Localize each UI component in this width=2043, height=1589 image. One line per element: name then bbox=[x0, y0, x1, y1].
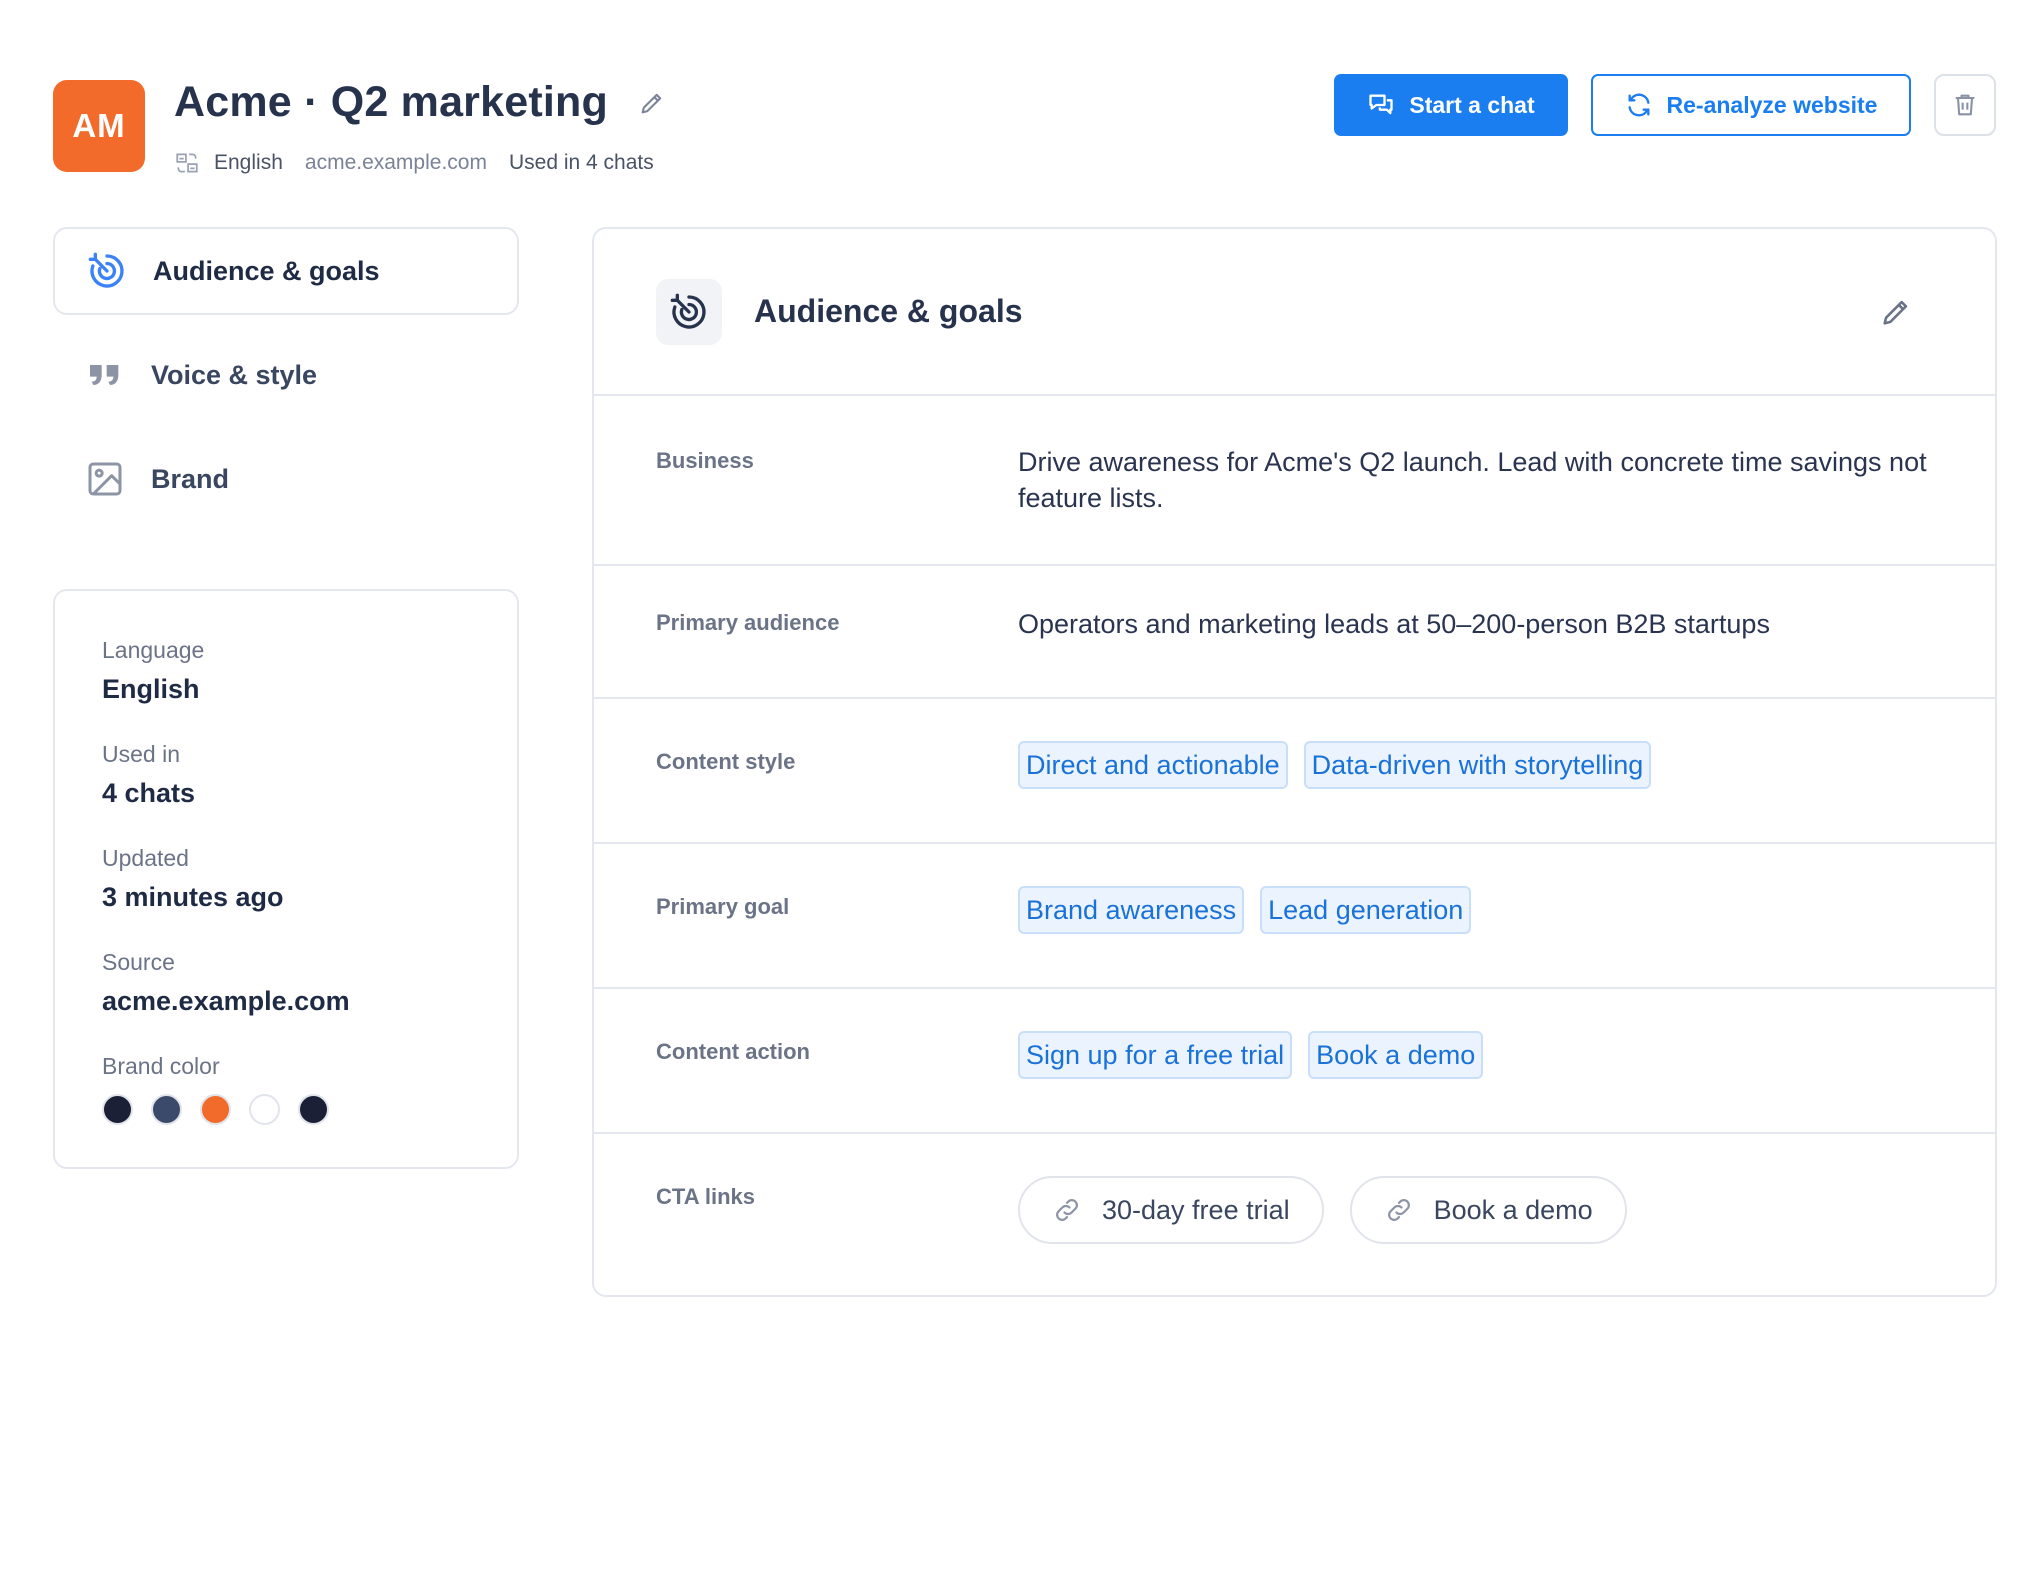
edit-title-icon[interactable] bbox=[638, 88, 668, 118]
tag: Lead generation bbox=[1260, 886, 1472, 934]
primary-audience-label: Primary audience bbox=[656, 610, 840, 635]
updated-value: 3 minutes ago bbox=[102, 882, 284, 912]
content-style-label: Content style bbox=[656, 749, 796, 774]
details-card: Language English Used in 4 chats Updated… bbox=[53, 589, 519, 1169]
content-style-tags: Direct and actionable Data-driven with s… bbox=[1018, 741, 1955, 789]
cta-link-label: 30-day free trial bbox=[1102, 1195, 1290, 1225]
content-action-label: Content action bbox=[656, 1039, 810, 1064]
delete-button[interactable] bbox=[1934, 74, 1996, 136]
title-row: Acme · Q2 marketing bbox=[174, 78, 668, 127]
translate-icon bbox=[174, 150, 200, 176]
primary-audience-value: Operators and marketing leads at 50–200-… bbox=[1018, 609, 1770, 639]
row-business: Business Drive awareness for Acme's Q2 l… bbox=[594, 396, 1995, 566]
header-meta: English acme.example.com Used in 4 chats bbox=[174, 150, 654, 176]
language-value: English bbox=[102, 674, 200, 704]
primary-goal-label: Primary goal bbox=[656, 894, 790, 919]
avatar: AM bbox=[53, 80, 145, 172]
meta-usage: Used in 4 chats bbox=[508, 151, 654, 174]
brand-color-label: Brand color bbox=[102, 1053, 220, 1079]
nav-item-label: Audience & goals bbox=[153, 255, 380, 286]
color-swatch bbox=[200, 1094, 231, 1125]
target-icon bbox=[87, 251, 127, 291]
language-label: Language bbox=[102, 637, 205, 663]
image-icon bbox=[85, 459, 125, 499]
row-primary-audience: Primary audience Operators and marketing… bbox=[594, 566, 1995, 699]
business-value: Drive awareness for Acme's Q2 launch. Le… bbox=[1018, 447, 1927, 513]
start-chat-label: Start a chat bbox=[1409, 91, 1535, 118]
nav-item-label: Voice & style bbox=[151, 359, 318, 390]
row-cta-links: CTA links 30-day free trial Book a demo bbox=[594, 1134, 1995, 1295]
updated-label: Updated bbox=[102, 845, 189, 871]
reanalyze-label: Re-analyze website bbox=[1666, 91, 1878, 118]
cta-link-list: 30-day free trial Book a demo bbox=[1018, 1176, 1955, 1244]
reanalyze-website-button[interactable]: Re-analyze website bbox=[1591, 74, 1911, 136]
used-in-label: Used in bbox=[102, 741, 180, 767]
audience-goals-panel: Audience & goals Business Drive awarenes… bbox=[592, 227, 1997, 1297]
tag: Brand awareness bbox=[1018, 886, 1245, 934]
quote-icon bbox=[85, 355, 125, 395]
panel-header: Audience & goals bbox=[594, 229, 1995, 396]
primary-goal-tags: Brand awareness Lead generation bbox=[1018, 886, 1955, 934]
nav-item-brand[interactable]: Brand bbox=[53, 435, 519, 523]
page-title: Acme · Q2 marketing bbox=[174, 78, 608, 126]
cta-link-label: Book a demo bbox=[1433, 1195, 1593, 1225]
color-swatch bbox=[298, 1094, 329, 1125]
row-primary-goal: Primary goal Brand awareness Lead genera… bbox=[594, 844, 1995, 989]
tag: Data-driven with storytelling bbox=[1303, 741, 1652, 789]
cta-links-label: CTA links bbox=[656, 1184, 756, 1209]
chat-icon bbox=[1369, 94, 1394, 115]
tag: Direct and actionable bbox=[1018, 741, 1288, 789]
used-in-value: 4 chats bbox=[102, 778, 196, 808]
nav-item-audience-goals[interactable]: Audience & goals bbox=[53, 227, 519, 315]
color-swatch bbox=[249, 1094, 280, 1125]
start-chat-button[interactable]: Start a chat bbox=[1334, 74, 1568, 136]
panel-title: Audience & goals bbox=[754, 293, 1023, 329]
source-value: acme.example.com bbox=[102, 986, 350, 1016]
refresh-icon bbox=[1628, 93, 1650, 117]
cta-link-book-demo[interactable]: Book a demo bbox=[1349, 1176, 1627, 1244]
nav-item-label: Brand bbox=[151, 463, 230, 494]
brand-color-swatches bbox=[102, 1094, 517, 1125]
edit-section-icon[interactable] bbox=[1879, 295, 1913, 329]
link-icon bbox=[1056, 1199, 1078, 1221]
row-content-action: Content action Sign up for a free trial … bbox=[594, 989, 1995, 1134]
content-action-tags: Sign up for a free trial Book a demo bbox=[1018, 1031, 1955, 1079]
tag: Sign up for a free trial bbox=[1018, 1031, 1293, 1079]
section-nav: Audience & goals Voice & style Brand bbox=[53, 227, 519, 539]
business-label: Business bbox=[656, 448, 754, 473]
tag: Book a demo bbox=[1308, 1031, 1484, 1079]
target-icon bbox=[656, 278, 722, 345]
cta-link-free-trial[interactable]: 30-day free trial bbox=[1018, 1176, 1324, 1244]
row-content-style: Content style Direct and actionable Data… bbox=[594, 699, 1995, 844]
meta-website: acme.example.com bbox=[304, 151, 487, 174]
trash-icon bbox=[1955, 94, 1975, 116]
source-label: Source bbox=[102, 949, 175, 975]
color-swatch bbox=[102, 1094, 133, 1125]
color-swatch bbox=[151, 1094, 182, 1125]
nav-item-voice-style[interactable]: Voice & style bbox=[53, 331, 519, 419]
link-icon bbox=[1387, 1199, 1410, 1221]
meta-language: English bbox=[214, 151, 283, 174]
